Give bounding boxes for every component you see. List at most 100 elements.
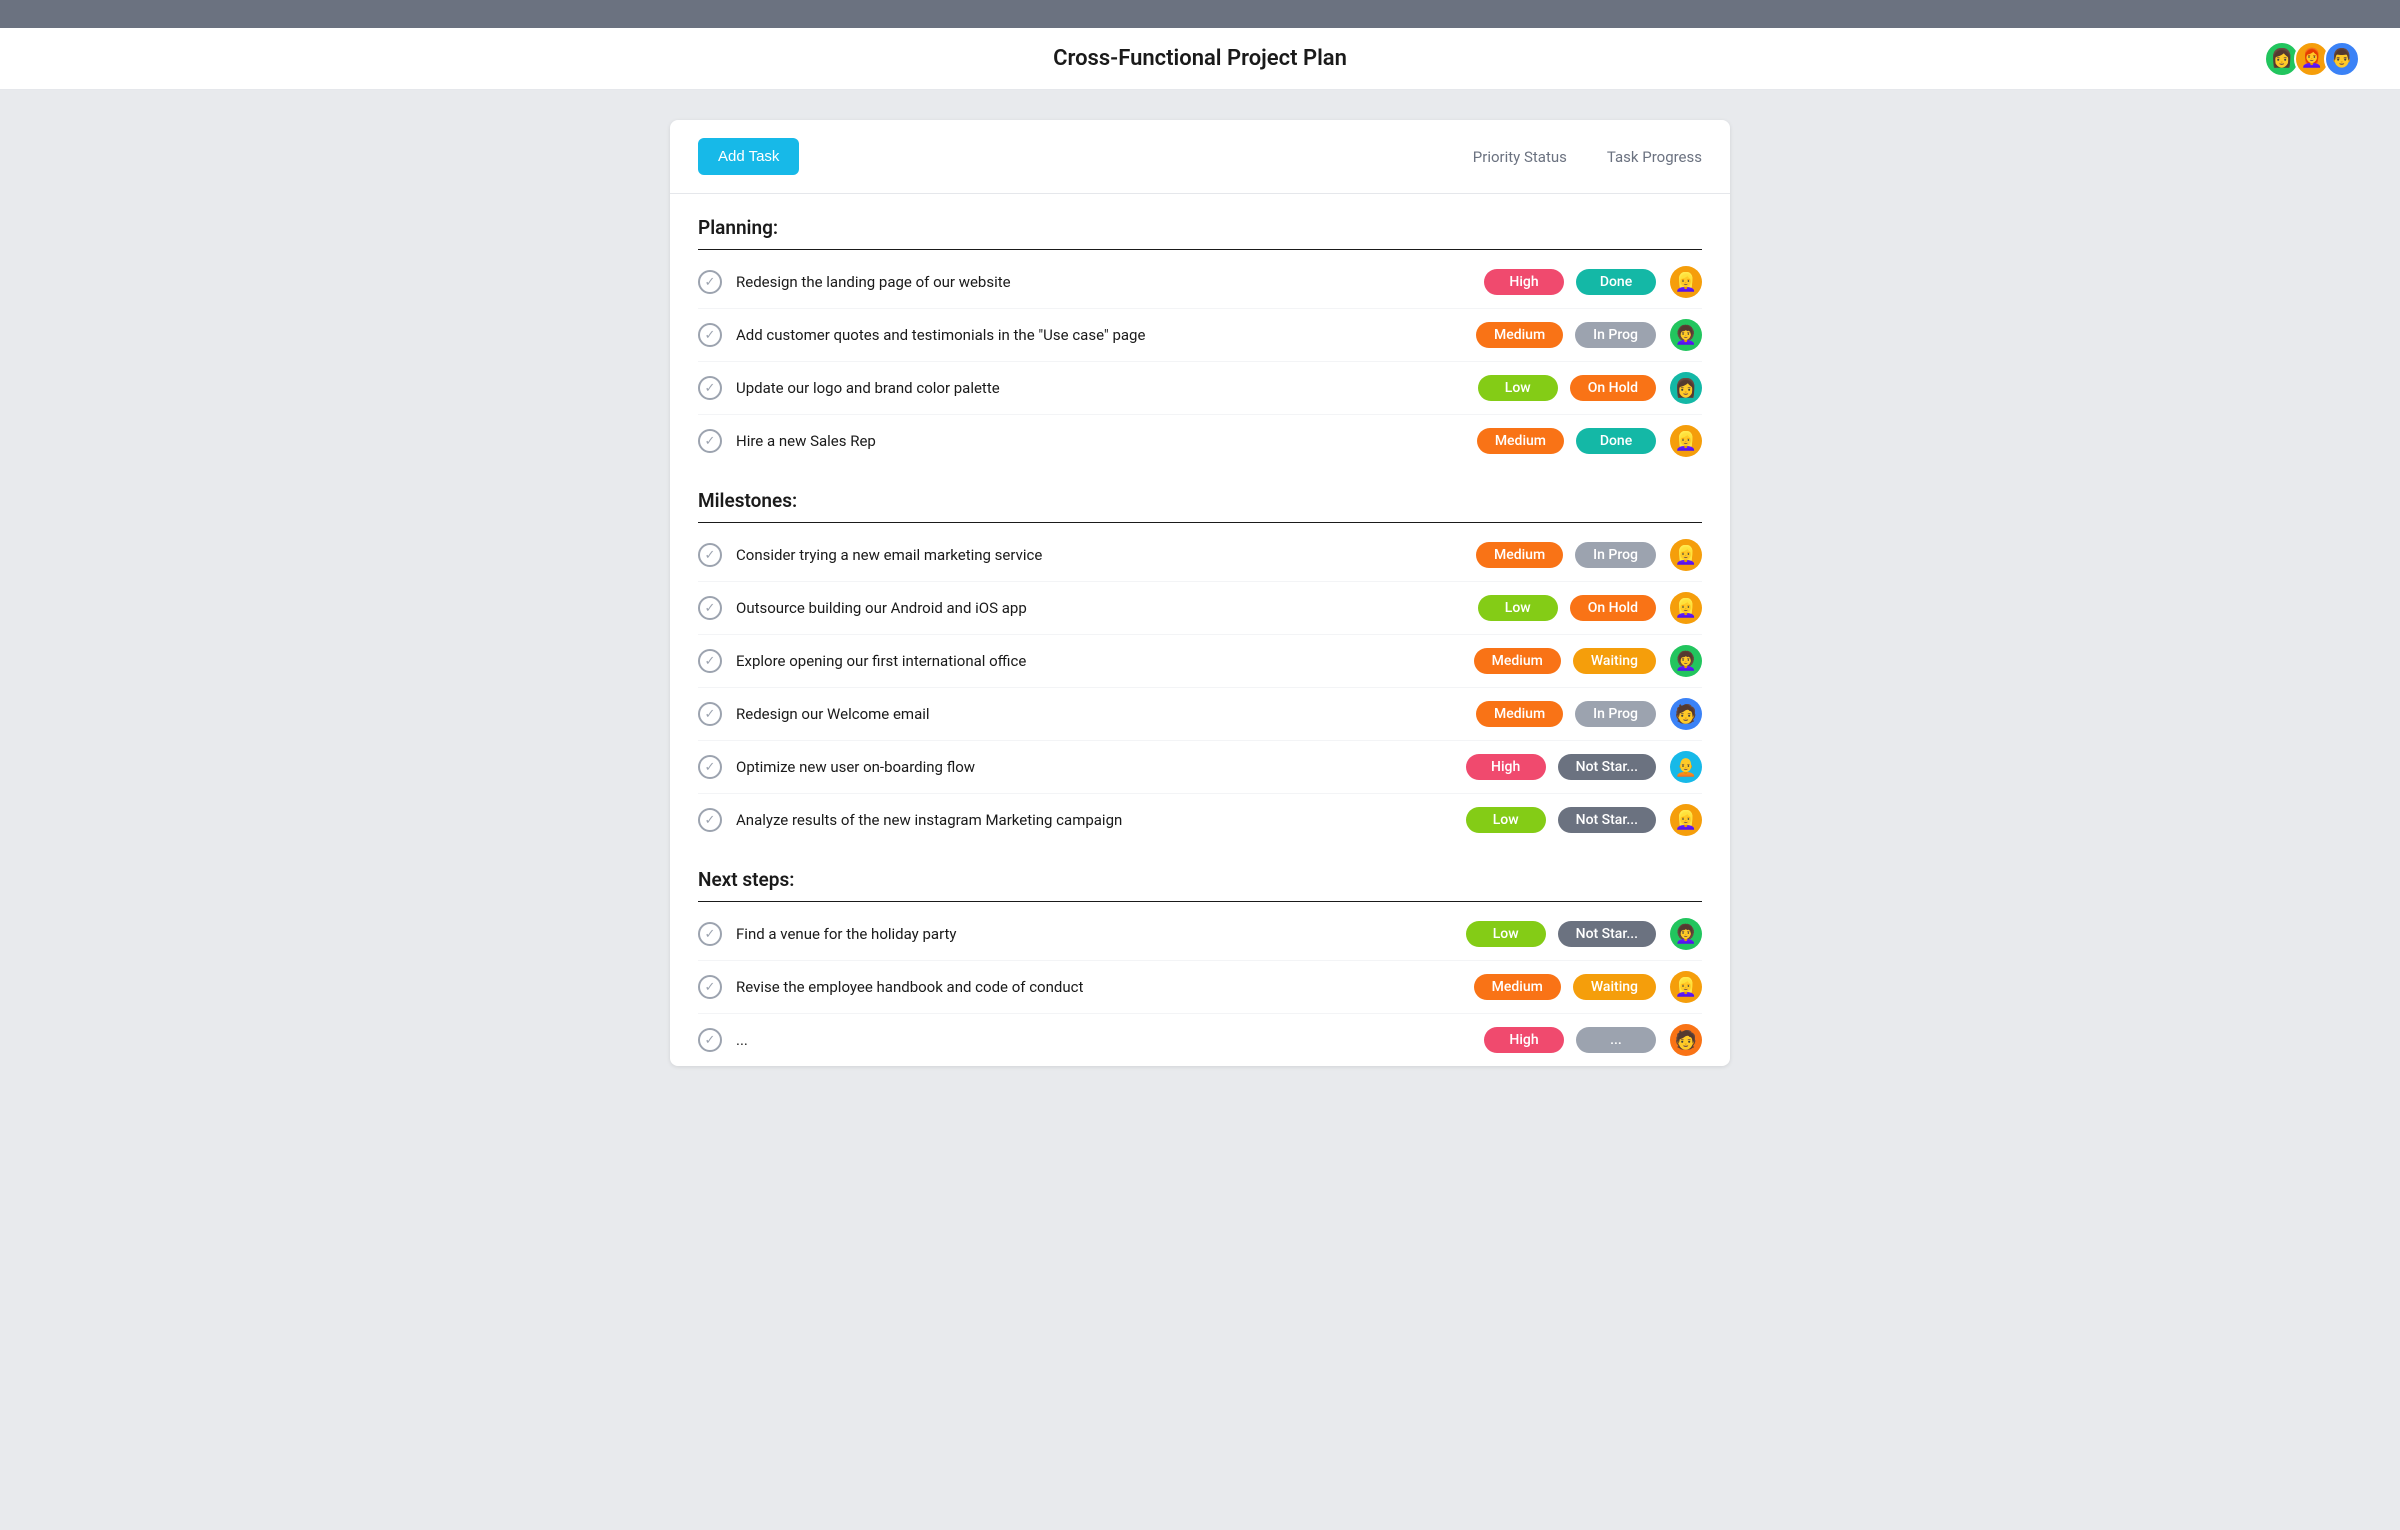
status-badge: ... bbox=[1576, 1027, 1656, 1053]
task-checkbox[interactable]: ✓ bbox=[698, 755, 722, 779]
avatar-3: 👨 bbox=[2324, 41, 2360, 77]
task-badges: Medium Waiting bbox=[1474, 648, 1656, 674]
avatar: 👱‍♀️ bbox=[1670, 592, 1702, 624]
section-header-next-steps: Next steps: bbox=[698, 846, 1702, 901]
task-checkbox[interactable]: ✓ bbox=[698, 1028, 722, 1052]
status-badge: In Prog bbox=[1575, 542, 1656, 568]
task-name: Analyze results of the new instagram Mar… bbox=[736, 811, 1466, 829]
task-checkbox[interactable]: ✓ bbox=[698, 270, 722, 294]
section-milestones: Milestones: ✓ Consider trying a new email … bbox=[670, 467, 1730, 846]
table-row: ✓ Find a venue for the holiday partyLow No… bbox=[698, 908, 1702, 961]
table-row: ✓ Optimize new user on-boarding flowHigh N… bbox=[698, 741, 1702, 794]
priority-badge: High bbox=[1484, 269, 1564, 295]
task-badges: High Done bbox=[1484, 269, 1656, 295]
task-badges: Medium In Prog bbox=[1476, 542, 1656, 568]
top-bar bbox=[0, 0, 2400, 28]
task-badges: Medium In Prog bbox=[1476, 322, 1656, 348]
avatar: 👩 bbox=[1670, 372, 1702, 404]
toolbar: Add Task Priority Status Task Progress bbox=[670, 120, 1730, 194]
task-checkbox[interactable]: ✓ bbox=[698, 376, 722, 400]
avatar: 👱‍♀️ bbox=[1670, 804, 1702, 836]
task-badges: Medium Done bbox=[1477, 428, 1656, 454]
table-row: ✓ Explore opening our first international… bbox=[698, 635, 1702, 688]
table-row: ✓ Redesign the landing page of our websit… bbox=[698, 256, 1702, 309]
priority-badge: Low bbox=[1466, 921, 1546, 947]
priority-badge: Medium bbox=[1474, 974, 1561, 1000]
sections-container: Planning: ✓ Redesign the landing page of o… bbox=[670, 194, 1730, 1066]
priority-status-label: Priority Status bbox=[1473, 148, 1567, 166]
table-row: ✓...High... 🧑 bbox=[698, 1014, 1702, 1066]
section-header-planning: Planning: bbox=[698, 194, 1702, 249]
main-content: Add Task Priority Status Task Progress P… bbox=[670, 120, 1730, 1066]
task-badges: LowOn Hold bbox=[1478, 375, 1656, 401]
status-badge: Done bbox=[1576, 428, 1656, 454]
task-name: ... bbox=[736, 1031, 1484, 1049]
task-name: Hire a new Sales Rep bbox=[736, 432, 1477, 450]
task-checkbox[interactable]: ✓ bbox=[698, 429, 722, 453]
task-checkbox[interactable]: ✓ bbox=[698, 975, 722, 999]
task-checkbox[interactable]: ✓ bbox=[698, 649, 722, 673]
task-checkbox[interactable]: ✓ bbox=[698, 808, 722, 832]
section-planning: Planning: ✓ Redesign the landing page of o… bbox=[670, 194, 1730, 467]
task-badges: LowOn Hold bbox=[1478, 595, 1656, 621]
priority-badge: Medium bbox=[1474, 648, 1561, 674]
table-row: ✓ Hire a new Sales RepMedium Done 👱‍♀️ bbox=[698, 415, 1702, 467]
task-name: Revise the employee handbook and code of… bbox=[736, 978, 1474, 996]
priority-badge: Low bbox=[1466, 807, 1546, 833]
task-name: Redesign the landing page of our website bbox=[736, 273, 1484, 291]
priority-badge: Medium bbox=[1476, 701, 1563, 727]
status-badge: Waiting bbox=[1573, 974, 1656, 1000]
status-badge: Done bbox=[1576, 269, 1656, 295]
priority-badge: Low bbox=[1478, 375, 1558, 401]
status-badge: On Hold bbox=[1570, 595, 1656, 621]
section-divider-milestones bbox=[698, 522, 1702, 523]
table-row: ✓ Consider trying a new email marketing s… bbox=[698, 529, 1702, 582]
table-row: ✓ Analyze results of the new instagram Ma… bbox=[698, 794, 1702, 846]
task-name: Optimize new user on-boarding flow bbox=[736, 758, 1466, 776]
avatar: 👩‍🦱 bbox=[1670, 319, 1702, 351]
status-badge: Not Star... bbox=[1558, 754, 1656, 780]
add-task-button[interactable]: Add Task bbox=[698, 138, 799, 175]
avatar: 👩‍🦱 bbox=[1670, 645, 1702, 677]
header: Cross-Functional Project Plan 👩 👩‍🦰 👨 bbox=[0, 28, 2400, 90]
task-name: Redesign our Welcome email bbox=[736, 705, 1476, 723]
header-avatars: 👩 👩‍🦰 👨 bbox=[2270, 41, 2360, 77]
task-checkbox[interactable]: ✓ bbox=[698, 596, 722, 620]
table-row: ✓ Add customer quotes and testimonials in… bbox=[698, 309, 1702, 362]
task-name: Update our logo and brand color palette bbox=[736, 379, 1478, 397]
table-row: ✓ Outsource building our Android and iOS … bbox=[698, 582, 1702, 635]
task-progress-label: Task Progress bbox=[1607, 148, 1702, 166]
avatar: 🧑 bbox=[1670, 1024, 1702, 1056]
section-divider-planning bbox=[698, 249, 1702, 250]
task-checkbox[interactable]: ✓ bbox=[698, 543, 722, 567]
task-name: Add customer quotes and testimonials in … bbox=[736, 326, 1476, 344]
priority-badge: High bbox=[1466, 754, 1546, 780]
avatar: 🧑 bbox=[1670, 698, 1702, 730]
priority-badge: Medium bbox=[1476, 542, 1563, 568]
task-badges: High Not Star... bbox=[1466, 754, 1656, 780]
status-badge: Waiting bbox=[1573, 648, 1656, 674]
task-badges: High... bbox=[1484, 1027, 1656, 1053]
status-badge: In Prog bbox=[1575, 322, 1656, 348]
task-name: Explore opening our first international … bbox=[736, 652, 1474, 670]
avatar: 👱‍♀️ bbox=[1670, 425, 1702, 457]
section-divider-next-steps bbox=[698, 901, 1702, 902]
task-name: Outsource building our Android and iOS a… bbox=[736, 599, 1478, 617]
priority-badge: Medium bbox=[1476, 322, 1563, 348]
task-badges: LowNot Star... bbox=[1466, 807, 1656, 833]
task-name: Find a venue for the holiday party bbox=[736, 925, 1466, 943]
avatar: 👩‍🦱 bbox=[1670, 918, 1702, 950]
avatar: 👱‍♀️ bbox=[1670, 971, 1702, 1003]
section-next-steps: Next steps: ✓ Find a venue for the holiday… bbox=[670, 846, 1730, 1066]
priority-badge: Medium bbox=[1477, 428, 1564, 454]
task-name: Consider trying a new email marketing se… bbox=[736, 546, 1476, 564]
task-checkbox[interactable]: ✓ bbox=[698, 922, 722, 946]
task-badges: Medium Waiting bbox=[1474, 974, 1656, 1000]
status-badge: Not Star... bbox=[1558, 921, 1656, 947]
task-checkbox[interactable]: ✓ bbox=[698, 702, 722, 726]
task-checkbox[interactable]: ✓ bbox=[698, 323, 722, 347]
status-badge: In Prog bbox=[1575, 701, 1656, 727]
toolbar-labels: Priority Status Task Progress bbox=[1473, 148, 1702, 166]
section-header-milestones: Milestones: bbox=[698, 467, 1702, 522]
task-badges: Medium In Prog bbox=[1476, 701, 1656, 727]
